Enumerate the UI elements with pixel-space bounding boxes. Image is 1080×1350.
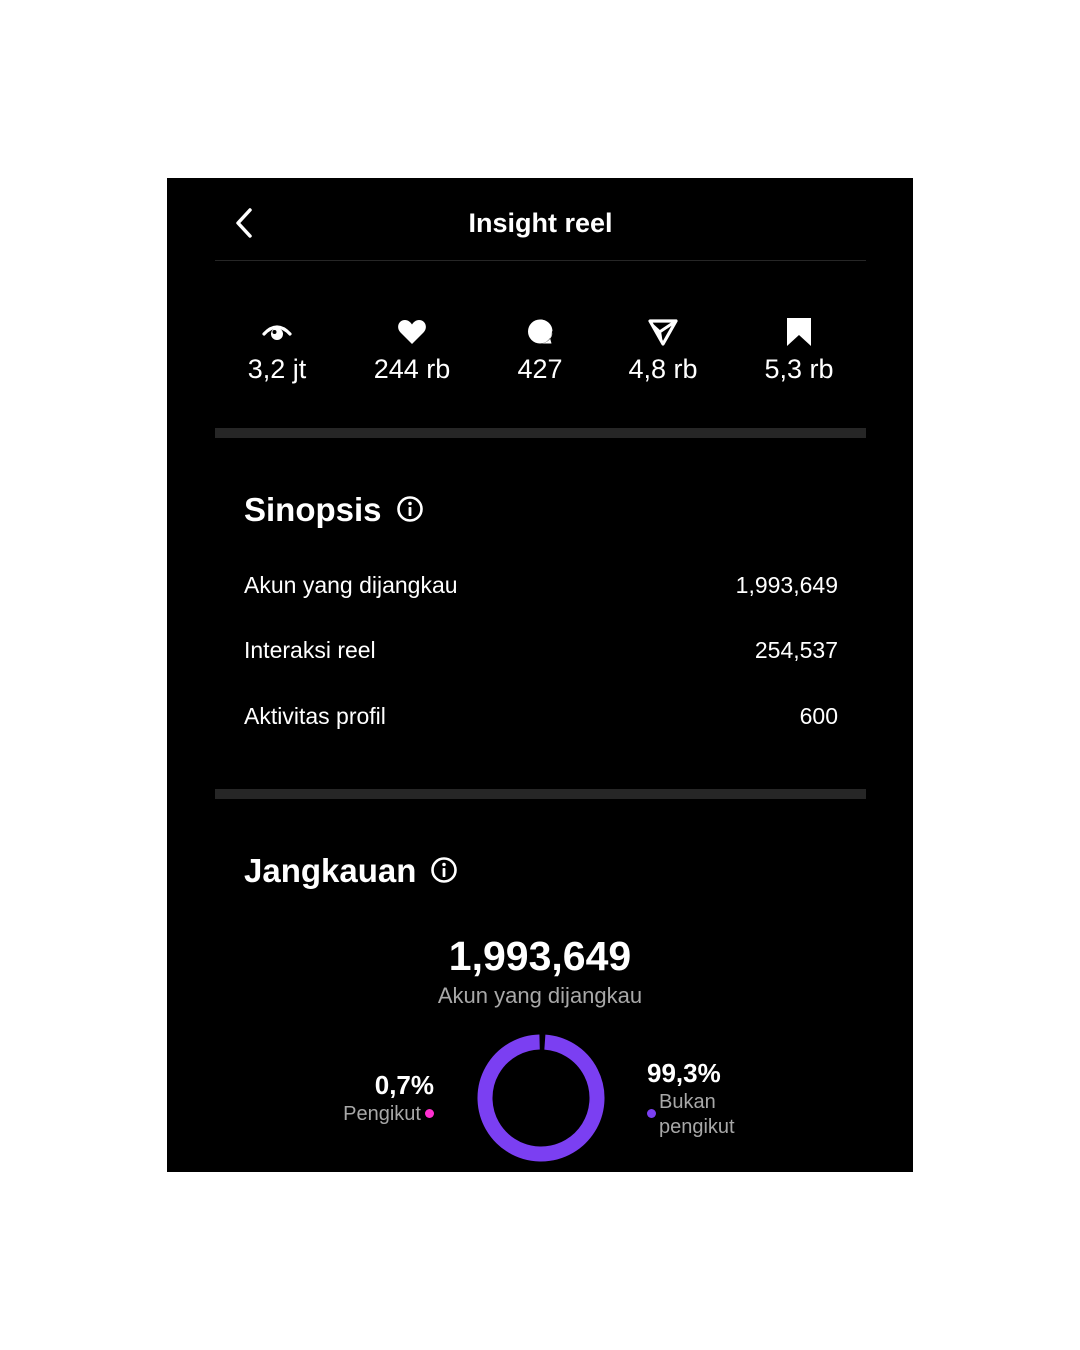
reach-total: 1,993,649: [448, 933, 632, 979]
followers-percent: 0,7%: [374, 1070, 434, 1100]
insight-screen: Insight reel 3,2 jt 244 rb 427 4,8 rb 5,…: [167, 178, 913, 1172]
row-value: 1,993,649: [735, 572, 838, 598]
header: Insight reel: [215, 178, 866, 261]
stats-bar: 3,2 jt 244 rb 427 4,8 rb 5,3 rb: [215, 318, 866, 398]
page-title: Insight reel: [468, 208, 613, 238]
views-count: 3,2 jt: [247, 354, 307, 384]
row-value: 600: [799, 703, 838, 729]
eye-icon: [262, 325, 292, 340]
donut-slice-non-followers: [477, 1034, 605, 1162]
synopsis-row-interactions[interactable]: Interaksi reel 254,537: [244, 637, 838, 669]
stat-comments: 427: [480, 318, 600, 385]
comments-count: 427: [517, 354, 563, 384]
non-followers-label-line2: pengikut: [659, 1116, 735, 1138]
row-label: Akun yang dijangkau: [244, 572, 458, 598]
non-followers-percent: 99,3%: [647, 1058, 721, 1088]
bookmark-icon: [787, 318, 811, 346]
comment-icon: [528, 319, 553, 344]
stat-likes: 244 rb: [352, 318, 472, 385]
stat-shares: 4,8 rb: [603, 318, 723, 385]
saves-count: 5,3 rb: [764, 354, 834, 384]
synopsis-title: Sinopsis: [244, 491, 424, 529]
reach-donut-chart: [477, 1034, 605, 1162]
reach-title-text: Jangkauan: [244, 852, 417, 889]
followers-legend-dot: [425, 1109, 434, 1118]
synopsis-row-reached[interactable]: Akun yang dijangkau 1,993,649: [244, 572, 838, 604]
row-label: Aktivitas profil: [244, 703, 386, 729]
synopsis-row-profile-activity[interactable]: Aktivitas profil 600: [244, 703, 838, 735]
section-divider: [215, 428, 866, 438]
stat-views: 3,2 jt: [217, 318, 337, 385]
reach-title: Jangkauan: [244, 852, 458, 890]
heart-icon: [398, 320, 426, 344]
shares-count: 4,8 rb: [628, 354, 698, 384]
followers-label: Pengikut: [343, 1103, 421, 1125]
likes-count: 244 rb: [373, 354, 451, 384]
non-followers-label-line1: Bukan: [659, 1091, 716, 1113]
synopsis-title-text: Sinopsis: [244, 491, 382, 528]
info-icon[interactable]: [430, 856, 458, 884]
reach-total-label: Akun yang dijangkau: [437, 983, 643, 1008]
non-followers-legend-dot: [647, 1109, 656, 1118]
share-icon: [648, 319, 678, 346]
row-value: 254,537: [754, 637, 838, 663]
row-label: Interaksi reel: [244, 637, 376, 663]
stat-saves: 5,3 rb: [739, 318, 859, 385]
section-divider: [215, 789, 866, 799]
info-icon[interactable]: [396, 495, 424, 523]
